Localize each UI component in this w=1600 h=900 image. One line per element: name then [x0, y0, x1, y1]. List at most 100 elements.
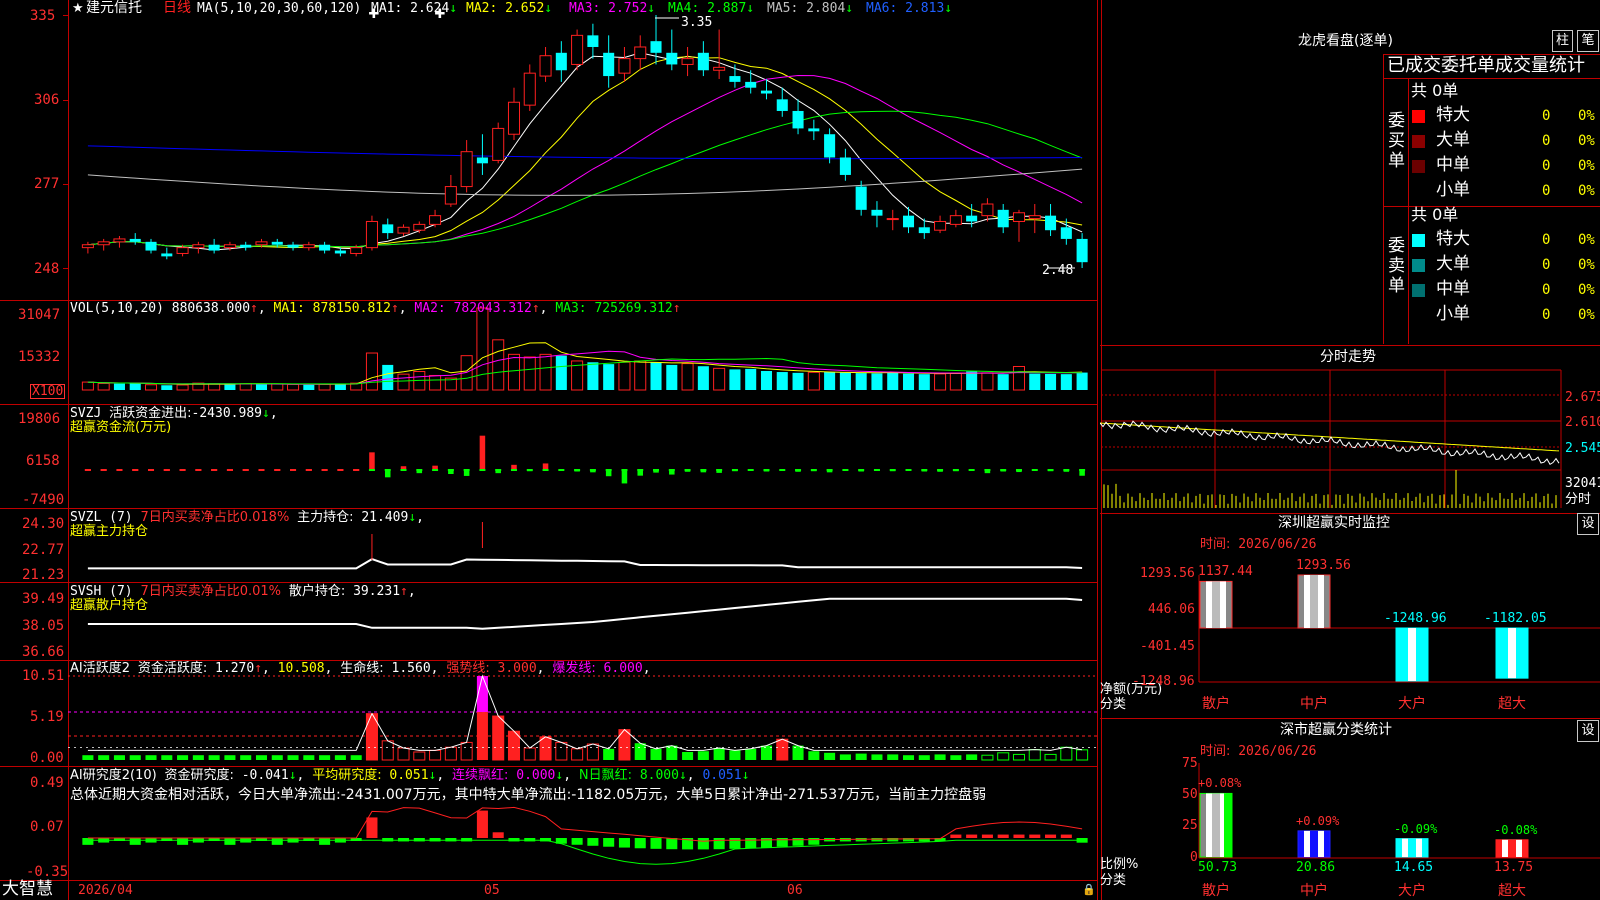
- volume-bar: [271, 383, 284, 391]
- volume-bar: [729, 369, 741, 390]
- candle-body: [507, 101, 521, 135]
- order-size-label: 中单: [1436, 155, 1470, 175]
- sz-classify-time: 时间: 2026/06/26: [1200, 744, 1317, 759]
- candle-body: [1076, 238, 1088, 263]
- sz-monitor-value: 1137.44: [1198, 564, 1253, 580]
- ai-research-bar: [271, 838, 283, 845]
- sz-classify-bar: [1199, 792, 1233, 858]
- volume-bar: [666, 364, 678, 390]
- pen-mode-button[interactable]: 笔: [1577, 30, 1599, 52]
- order-size-label: 特大: [1436, 229, 1470, 249]
- ai-active-bar: [397, 747, 410, 761]
- svzj-zero-dash: [1063, 469, 1070, 471]
- svzj-zero-dash: [747, 469, 754, 471]
- svzj-zero-dash: [148, 469, 155, 471]
- sz-monitor-category: 超大: [1498, 696, 1526, 712]
- svzj-zero-dash: [574, 469, 581, 471]
- candle-body: [397, 226, 410, 234]
- ai-research-bar: [950, 834, 962, 838]
- sz-classify-tick: 75: [1182, 756, 1198, 771]
- volume-bar: [745, 368, 757, 390]
- candle-body: [681, 58, 694, 65]
- svzj-zero-dash: [637, 469, 644, 471]
- ma2-legend: MA2: 2.652↓: [466, 1, 553, 16]
- order-size-label: 中单: [1436, 279, 1470, 299]
- svzj-zero-dash: [447, 469, 454, 471]
- stock-name: 建元信托: [86, 0, 142, 16]
- ai-active-bar: [776, 738, 789, 761]
- svzj-zero-dash: [274, 469, 281, 471]
- ai-active-bar: [808, 751, 820, 760]
- sz-classify-tick: 25: [1182, 818, 1198, 833]
- svzl-tick: 21.23: [22, 567, 65, 583]
- ma-line-4: [87, 110, 1083, 248]
- ai-active-bar: [571, 748, 584, 761]
- ai-research-bar: [713, 838, 725, 850]
- volume-bar: [839, 372, 851, 390]
- legend-swatch: [1412, 110, 1425, 123]
- svzj-zero-dash: [842, 469, 849, 471]
- sz-classify-bar: [1495, 839, 1529, 858]
- main-chart[interactable]: ✚ ✚: [0, 0, 1100, 900]
- ai-active-bar: [303, 755, 315, 760]
- ma-line-6: [87, 145, 1083, 160]
- volume-bar: [1012, 365, 1026, 391]
- volume-bar: [603, 364, 615, 390]
- ai-research-tick: -0.35: [26, 864, 69, 880]
- candle-body: [808, 128, 820, 132]
- sz-classify-category: 大户: [1398, 883, 1426, 899]
- svzj-title: SVZJ 活跃资金进出:-2430.989↓,: [70, 406, 278, 421]
- volume-bar: [176, 384, 189, 391]
- order-count: 0: [1542, 307, 1551, 323]
- sz-classify-category: 超大: [1498, 883, 1526, 899]
- axis-tick: [63, 15, 68, 16]
- sz-classify-settings-button[interactable]: 设: [1577, 720, 1599, 742]
- bar-mode-button[interactable]: 柱: [1552, 30, 1573, 52]
- sz-monitor-bar-hl: [1408, 628, 1416, 681]
- svzj-zero-dash: [195, 469, 202, 471]
- volume-bar: [997, 374, 1009, 390]
- period-label[interactable]: 日线: [163, 1, 191, 15]
- svzj-zero-dash: [305, 469, 312, 471]
- volume-bar: [144, 384, 158, 391]
- lhb-title: 龙虎看盘(逐单): [1298, 33, 1393, 49]
- svzj-zero-dash: [526, 469, 533, 471]
- order-count: 0: [1542, 158, 1551, 174]
- volume-bar: [713, 367, 726, 391]
- price-tick: 306: [34, 92, 60, 108]
- vol-ma-line: [87, 357, 1083, 385]
- svzj-zero-dash: [1079, 469, 1086, 471]
- svzl-tick: 24.30: [22, 516, 65, 532]
- ai-active-bar: [650, 748, 662, 760]
- sz-monitor-xtitle: 分类: [1100, 697, 1127, 712]
- candle-body: [981, 203, 994, 217]
- sz-classify-delta: +0.08%: [1198, 776, 1242, 791]
- sz-classify-title: 深市超赢分类统计: [1280, 722, 1392, 738]
- ai-active-bar: [224, 755, 236, 760]
- vol-tick: 31047: [18, 307, 61, 323]
- volume-bar: [1045, 373, 1057, 390]
- ai-research-bar: [792, 838, 804, 846]
- svzj-zero-dash: [495, 469, 502, 471]
- volume-bar: [760, 370, 773, 390]
- volume-bar: [287, 383, 300, 391]
- svzj-zero-dash: [810, 469, 817, 471]
- svzj-zero-dash: [226, 469, 233, 471]
- lock-icon[interactable]: 🔒: [1082, 884, 1096, 895]
- svzj-zero-dash: [621, 469, 628, 471]
- ai-active-bar: [539, 736, 552, 761]
- ai-active-bar: [113, 755, 125, 760]
- svzj-zero-dash: [684, 469, 691, 471]
- ai-active-bar: [161, 755, 173, 760]
- axis-tick: [63, 100, 68, 101]
- research-curve: [87, 806, 1083, 842]
- sz-monitor-settings-button[interactable]: 设: [1577, 513, 1599, 535]
- axis-tick: [63, 268, 68, 269]
- candle-body: [429, 215, 442, 225]
- lhb-tab-label[interactable]: 已成交委托单成交量统计: [1387, 57, 1585, 75]
- ai-active-bar: [966, 754, 978, 760]
- ai-active-bar: [145, 755, 157, 760]
- volume-bar: [523, 356, 536, 391]
- svzl-subtitle: 超赢主力持仓: [70, 524, 149, 539]
- favorite-star-icon[interactable]: ★: [72, 2, 84, 15]
